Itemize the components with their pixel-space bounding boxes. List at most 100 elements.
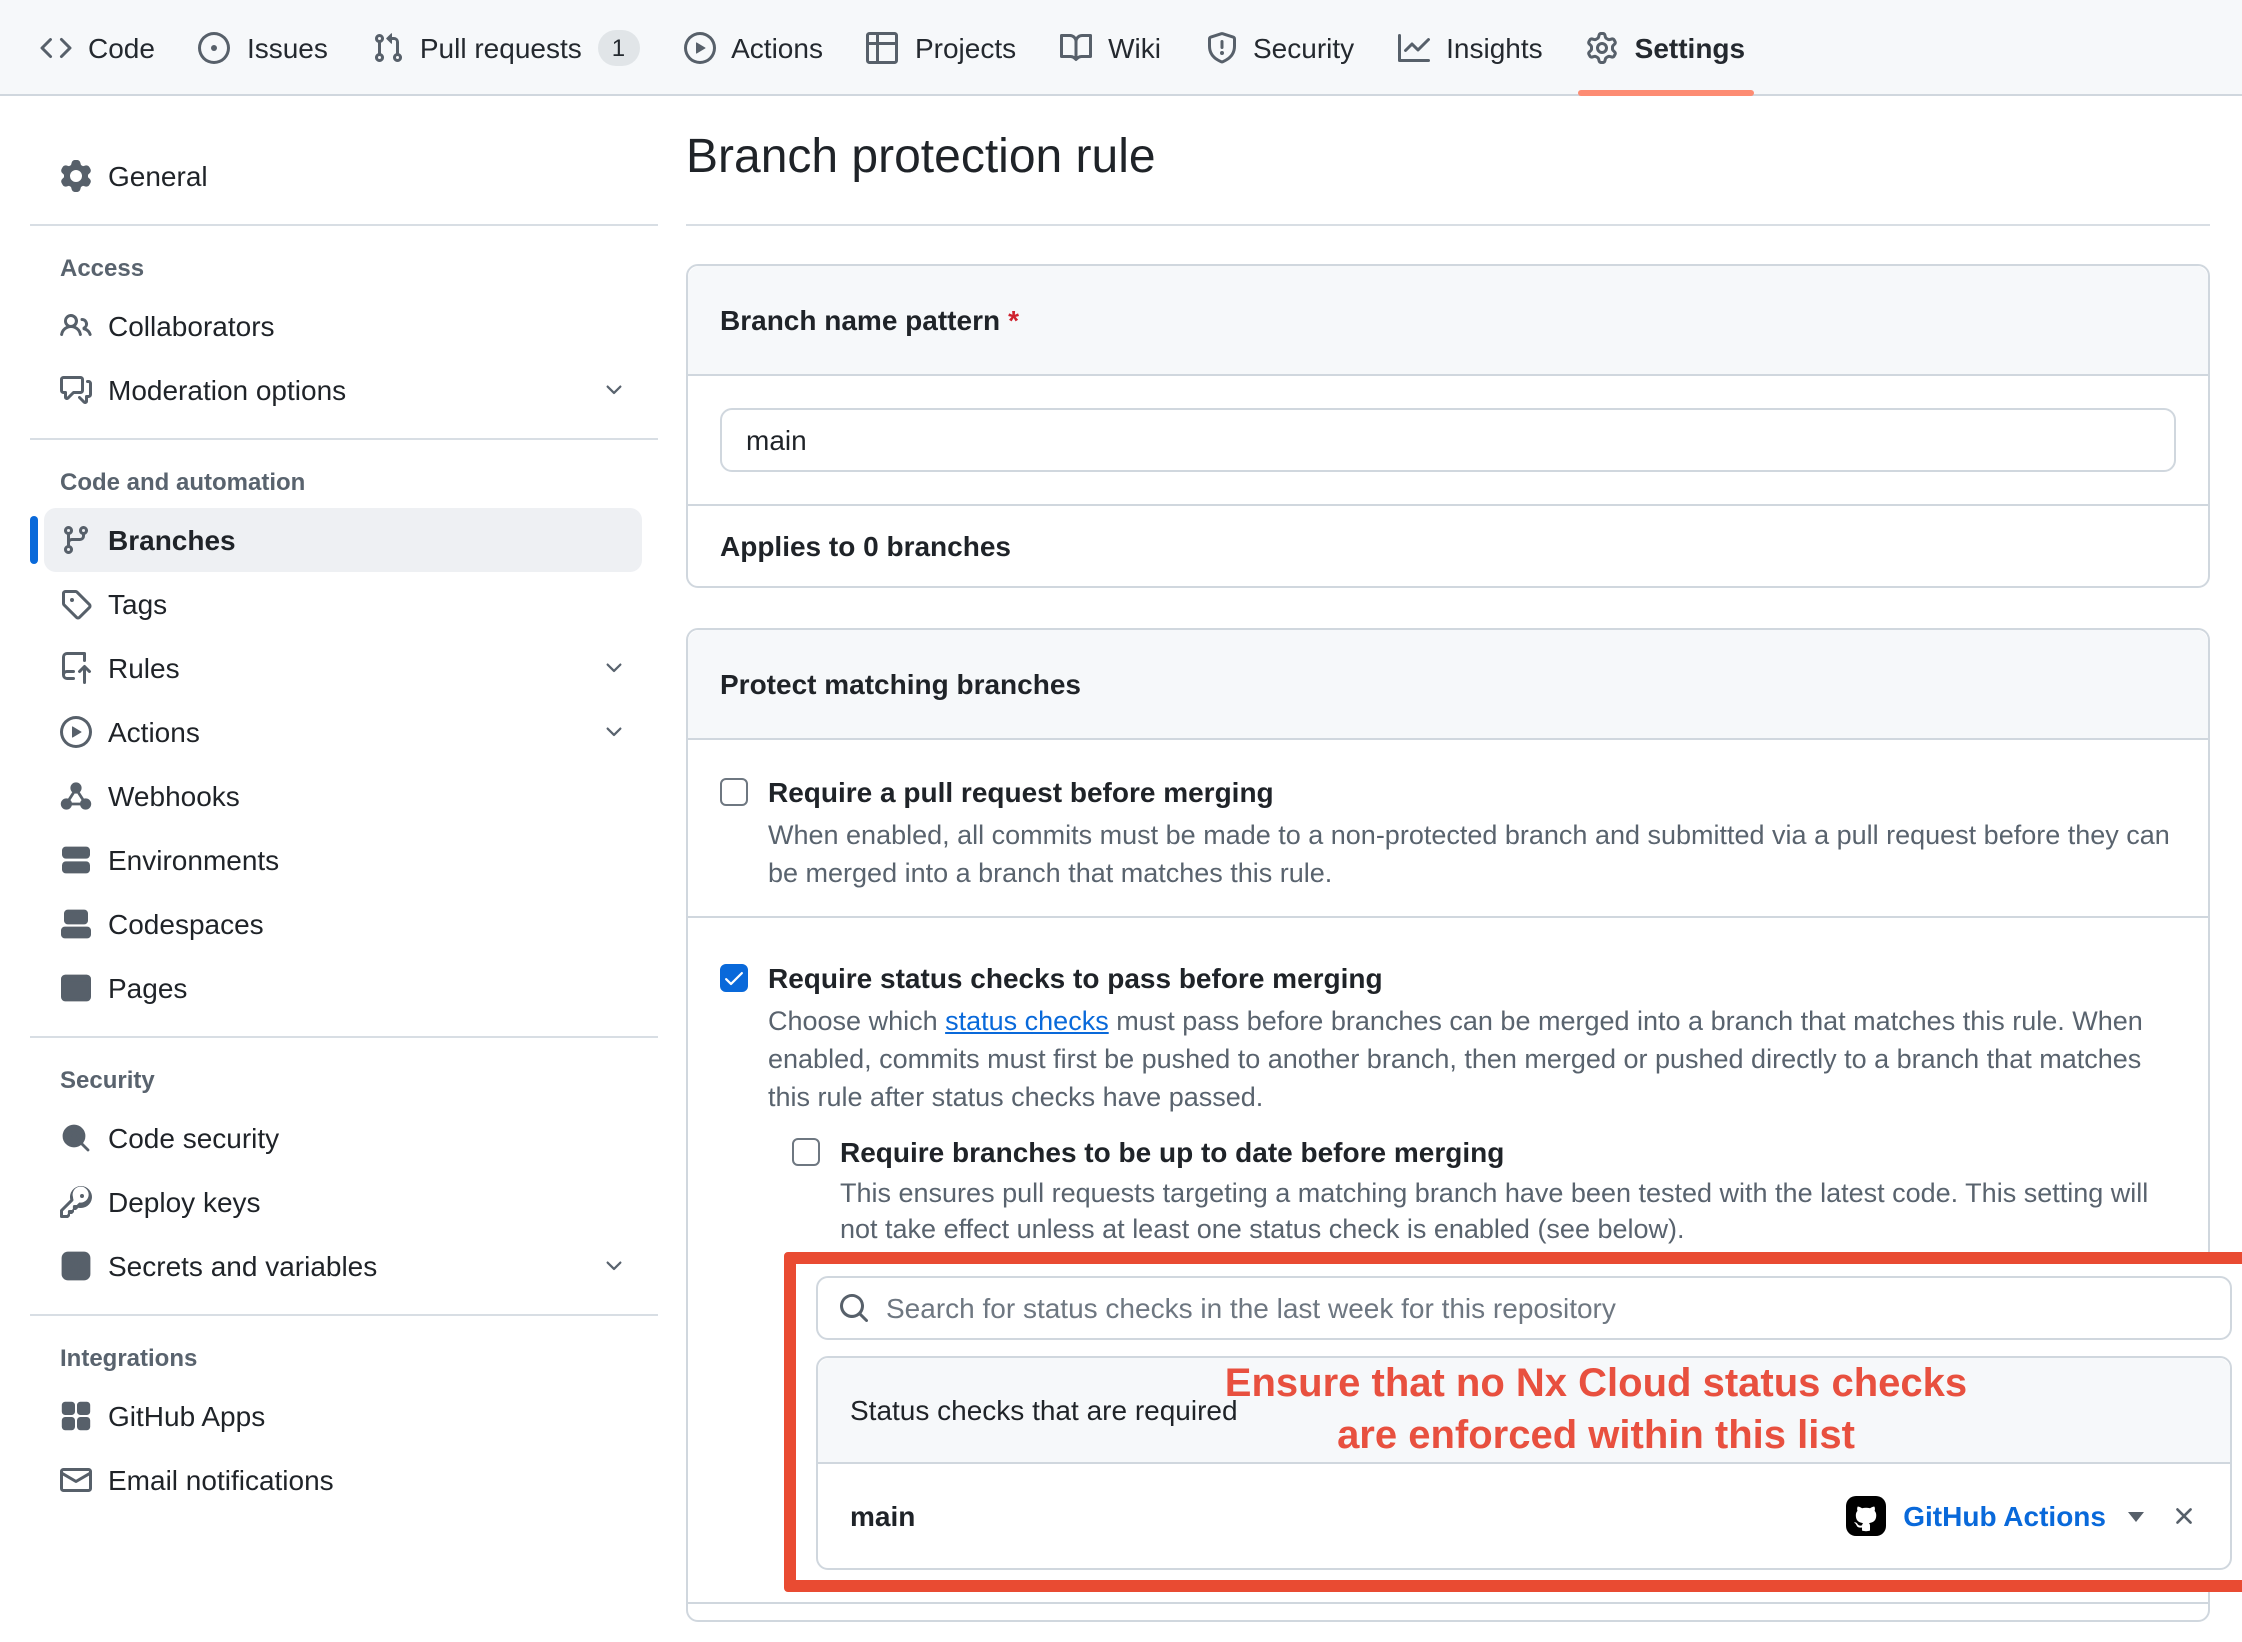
shield-icon [1205, 31, 1237, 63]
settings-sidebar: General Access Collaborators Moderation … [0, 96, 686, 1642]
book-icon [1060, 31, 1092, 63]
applies-to-branches-text: Applies to 0 branches [688, 504, 2208, 586]
require-up-to-date-checkbox[interactable] [792, 1138, 820, 1166]
status-check-name: main [850, 1500, 915, 1532]
server-icon [60, 844, 92, 876]
gear-icon [60, 160, 92, 192]
require-status-checks-checkbox[interactable] [720, 964, 748, 992]
code-icon [40, 31, 72, 63]
tab-wiki[interactable]: Wiki [1044, 0, 1177, 94]
sidebar-item-label: Email notifications [108, 1464, 334, 1496]
sidebar-item-branches[interactable]: Branches [44, 508, 642, 572]
require-up-to-date-label[interactable]: Require branches to be up to date before… [840, 1132, 2176, 1172]
sidebar-item-rules[interactable]: Rules [44, 636, 642, 700]
require-status-checks-description: Choose which status checks must pass bef… [768, 1002, 2176, 1116]
sidebar-item-collaborators[interactable]: Collaborators [44, 294, 642, 358]
key-icon [60, 1186, 92, 1218]
tab-pull-requests-label: Pull requests [420, 31, 582, 63]
tab-settings[interactable]: Settings [1571, 0, 1761, 94]
sidebar-section-integrations: Integrations [44, 1332, 642, 1384]
gear-icon [1587, 31, 1619, 63]
github-actions-app-link[interactable]: GitHub Actions [1903, 1500, 2106, 1532]
codescan-icon [60, 1122, 92, 1154]
tab-settings-label: Settings [1635, 31, 1745, 63]
require-up-to-date-row: Require branches to be up to date before… [792, 1132, 2176, 1248]
sidebar-item-pages[interactable]: Pages [44, 956, 642, 1020]
sidebar-item-general[interactable]: General [44, 144, 642, 208]
tab-code[interactable]: Code [24, 0, 171, 94]
table-icon [867, 31, 899, 63]
sidebar-item-label: Pages [108, 972, 187, 1004]
sidebar-item-label: Codespaces [108, 908, 264, 940]
sidebar-item-label: Secrets and variables [108, 1250, 377, 1282]
tab-projects[interactable]: Projects [851, 0, 1032, 94]
sidebar-item-github-apps[interactable]: GitHub Apps [44, 1384, 642, 1448]
status-check-row: main GitHub Actions [818, 1464, 2230, 1568]
branch-name-pattern-panel: Branch name pattern* Applies to 0 branch… [686, 264, 2210, 588]
play-icon [60, 716, 92, 748]
sidebar-item-label: General [108, 160, 208, 192]
branch-name-pattern-input[interactable] [720, 408, 2176, 472]
branch-name-input-row [688, 376, 2208, 504]
people-icon [60, 310, 92, 342]
git-pull-request-icon [372, 31, 404, 63]
play-icon [683, 31, 715, 63]
check-icon [722, 966, 746, 990]
sidebar-item-tags[interactable]: Tags [44, 572, 642, 636]
sidebar-item-actions[interactable]: Actions [44, 700, 642, 764]
sidebar-item-label: Code security [108, 1122, 279, 1154]
sidebar-divider [30, 438, 658, 440]
sidebar-item-environments[interactable]: Environments [44, 828, 642, 892]
key-asterisk-icon [60, 1250, 92, 1282]
require-pull-request-checkbox[interactable] [720, 778, 748, 806]
remove-status-check-button[interactable] [2170, 1502, 2198, 1530]
tab-actions[interactable]: Actions [667, 0, 839, 94]
sidebar-item-secrets-and-variables[interactable]: Secrets and variables [44, 1234, 642, 1298]
issue-opened-icon [199, 31, 231, 63]
tab-issues-label: Issues [247, 31, 328, 63]
tab-projects-label: Projects [915, 31, 1016, 63]
tab-security-label: Security [1253, 31, 1354, 63]
tab-insights-label: Insights [1446, 31, 1543, 63]
apps-grid-icon [60, 1400, 92, 1432]
sidebar-item-label: Deploy keys [108, 1186, 261, 1218]
tab-pull-requests[interactable]: Pull requests 1 [356, 0, 655, 94]
sidebar-item-label: Moderation options [108, 374, 346, 406]
sidebar-item-email-notifications[interactable]: Email notifications [44, 1448, 642, 1512]
status-check-dropdown-caret[interactable] [2128, 1511, 2144, 1521]
tab-issues[interactable]: Issues [183, 0, 344, 94]
sidebar-item-label: GitHub Apps [108, 1400, 265, 1432]
tab-insights[interactable]: Insights [1382, 0, 1559, 94]
sidebar-item-codespaces[interactable]: Codespaces [44, 892, 642, 956]
sidebar-item-moderation-options[interactable]: Moderation options [44, 358, 642, 422]
git-branch-icon [60, 524, 92, 556]
sidebar-divider [30, 1314, 658, 1316]
required-status-checks-header: Status checks that are required Ensure t… [818, 1358, 2230, 1464]
sidebar-item-code-security[interactable]: Code security [44, 1106, 642, 1170]
require-status-checks-body: Require status checks to pass before mer… [768, 958, 2176, 1592]
sidebar-section-access: Access [44, 242, 642, 294]
branch-protection-main: Branch protection rule Branch name patte… [686, 96, 2242, 1642]
repo-push-icon [60, 652, 92, 684]
require-status-checks-label[interactable]: Require status checks to pass before mer… [768, 958, 2176, 998]
sidebar-section-code-and-automation: Code and automation [44, 456, 642, 508]
require-up-to-date-body: Require branches to be up to date before… [840, 1132, 2176, 1248]
tab-code-label: Code [88, 31, 155, 63]
status-checks-search-input[interactable] [886, 1292, 2210, 1324]
desc-text: Choose which [768, 1006, 945, 1036]
comment-discussion-icon [60, 374, 92, 406]
tab-security[interactable]: Security [1189, 0, 1370, 94]
github-settings-page: Code Issues Pull requests 1 Actions Proj… [0, 0, 2242, 1642]
chevron-down-icon [602, 656, 626, 680]
sidebar-item-label: Webhooks [108, 780, 240, 812]
settings-layout: General Access Collaborators Moderation … [0, 96, 2242, 1642]
pull-requests-count-badge: 1 [598, 29, 639, 65]
tab-actions-label: Actions [731, 31, 823, 63]
status-checks-link[interactable]: status checks [945, 1006, 1109, 1036]
sidebar-item-label: Actions [108, 716, 200, 748]
require-pull-request-label[interactable]: Require a pull request before merging [768, 772, 2176, 812]
sidebar-item-deploy-keys[interactable]: Deploy keys [44, 1170, 642, 1234]
graph-icon [1398, 31, 1430, 63]
sidebar-item-webhooks[interactable]: Webhooks [44, 764, 642, 828]
chevron-down-icon [602, 1254, 626, 1278]
